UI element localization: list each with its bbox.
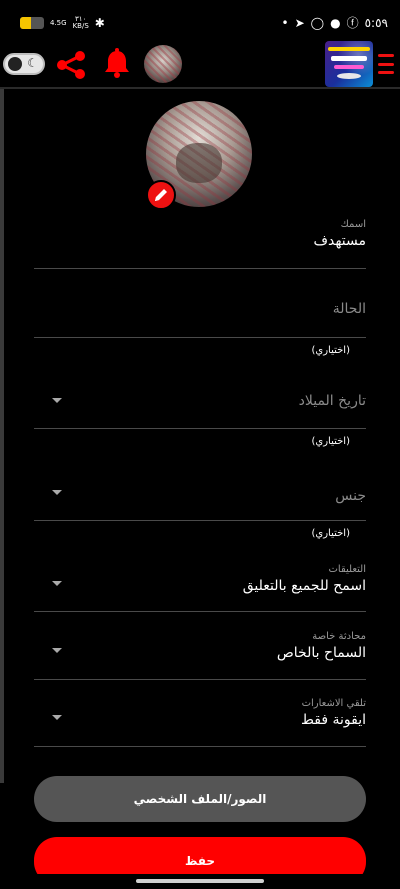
private-chat-dropdown[interactable]: محادثة خاصة السماح بالخاص [34, 631, 366, 680]
theme-toggle[interactable]: ☾ [3, 53, 45, 75]
birthdate-dropdown[interactable]: تاريخ الميلاد [34, 390, 366, 429]
toggle-knob [8, 57, 22, 71]
whatsapp-icon: ◯ [310, 16, 325, 30]
gender-optional-note: (اختياري) [311, 528, 350, 539]
name-value: مستهدف [313, 233, 366, 249]
name-label: اسمك [340, 219, 366, 230]
facebook-icon: ⓕ [346, 16, 359, 30]
top-app-bar: ☾ [0, 40, 400, 88]
status-placeholder: الحالة [332, 301, 366, 317]
chevron-down-icon [52, 581, 62, 586]
chevron-down-icon [52, 715, 62, 720]
bluetooth-icon: ✱ [94, 16, 105, 30]
private-chat-label: محادثة خاصة [312, 631, 366, 642]
moon-icon: ☾ [27, 56, 38, 70]
comments-dropdown[interactable]: التعليقات اسمح للجميع بالتعليق [34, 564, 366, 612]
promo-banner[interactable] [325, 41, 373, 87]
private-chat-value: السماح بالخاص [276, 645, 366, 661]
birthdate-optional-note: (اختياري) [311, 436, 350, 447]
profile-photo-container [146, 101, 252, 210]
status-right: • ➤ ◯ ● ⓕ ٥:٥٩ [282, 16, 388, 30]
dot-icon: • [281, 16, 289, 30]
notifications-value: ايقونة فقط [300, 712, 366, 728]
comments-label: التعليقات [328, 564, 366, 575]
status-left: 4.5G ٣١٠ KB/S ✱ [20, 16, 105, 30]
profile-photos-button[interactable]: الصور/الملف الشخصي [34, 776, 366, 822]
network-speed: 4.5G [50, 18, 67, 27]
status-field[interactable]: الحالة [34, 298, 366, 338]
menu-icon[interactable] [378, 54, 394, 74]
share-icon[interactable] [54, 50, 88, 80]
telegram-icon: ➤ [294, 16, 305, 30]
gender-placeholder: جنس [335, 488, 366, 504]
chevron-down-icon [52, 648, 62, 653]
chat-bubble-icon: ● [330, 16, 341, 30]
birthdate-placeholder: تاريخ الميلاد [298, 393, 366, 409]
status-optional-note: (اختياري) [311, 345, 350, 356]
chevron-down-icon [52, 398, 62, 403]
battery-icon [20, 17, 44, 29]
user-avatar[interactable] [144, 45, 182, 83]
home-indicator[interactable] [136, 879, 264, 883]
gender-dropdown[interactable]: جنس [34, 485, 366, 521]
name-field[interactable]: اسمك مستهدف [34, 219, 366, 269]
bell-icon[interactable] [102, 48, 132, 80]
clock: ٥:٥٩ [364, 16, 388, 30]
pencil-icon [155, 189, 167, 201]
edit-photo-button[interactable] [146, 180, 176, 210]
chevron-down-icon [52, 490, 62, 495]
notifications-dropdown[interactable]: تلقي الاشعارات ايقونة فقط [34, 698, 366, 747]
network-type: 4.5G [50, 18, 67, 27]
notifications-label: تلقي الاشعارات [301, 698, 366, 709]
panel-edge [0, 89, 4, 783]
network-speed-readout: ٣١٠ KB/S [73, 16, 89, 30]
speed-unit: KB/S [72, 22, 89, 30]
header-divider [0, 87, 400, 89]
comments-value: اسمح للجميع بالتعليق [242, 578, 366, 594]
